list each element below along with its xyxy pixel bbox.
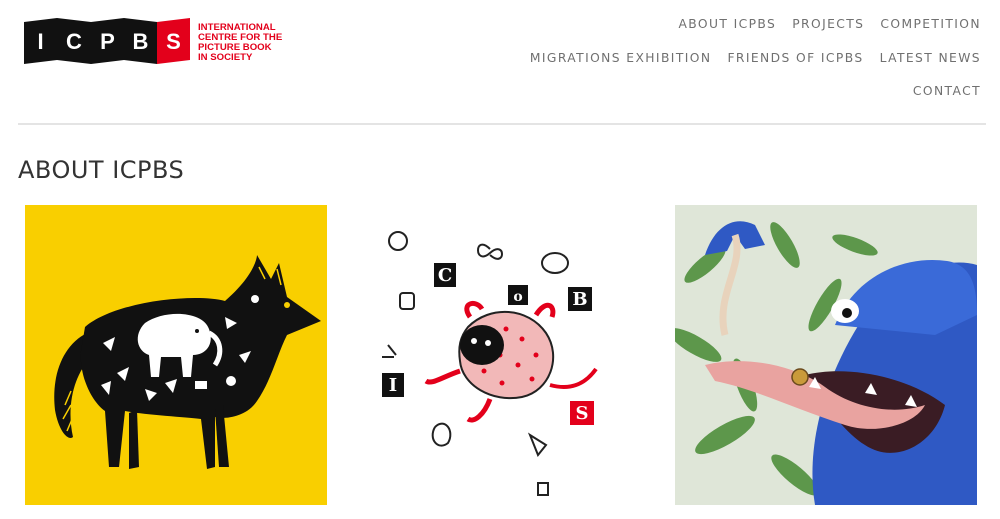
letters-illustration: C o B I S — [350, 205, 652, 505]
block-letter-5: S — [576, 403, 589, 424]
nav-row-2: MIGRATIONS EXHIBITION FRIENDS OF ICPBS L… — [530, 51, 981, 65]
logo-letter-5: S — [166, 29, 181, 54]
monster-illustration — [675, 205, 977, 505]
block-letter-4: I — [389, 375, 397, 396]
block-letter-3: B — [572, 289, 587, 310]
logo-letter-4: B — [133, 29, 149, 54]
nav-row-3: CONTACT — [913, 84, 981, 98]
nav-link-latest-news[interactable]: LATEST NEWS — [880, 51, 981, 65]
gallery-image-letters[interactable]: C o B I S — [350, 205, 652, 505]
block-letter-1: C — [438, 265, 452, 286]
gallery-image-animal[interactable] — [25, 205, 327, 505]
nav-row-1: ABOUT ICPBS PROJECTS COMPETITION — [678, 17, 981, 31]
logo-letter-3: P — [100, 29, 115, 54]
nav-link-projects[interactable]: PROJECTS — [792, 17, 864, 31]
nav-link-contact[interactable]: CONTACT — [913, 84, 981, 98]
logo-letter-1: I — [37, 29, 43, 54]
site-logo[interactable]: I C P B S INTERNATIONAL CENTRE FOR THE P… — [24, 18, 284, 68]
logo-tagline-line: IN SOCIETY — [198, 52, 253, 63]
nav-link-migrations-exhibition[interactable]: MIGRATIONS EXHIBITION — [530, 51, 712, 65]
logo-tagline: INTERNATIONAL CENTRE FOR THE PICTURE BOO… — [198, 23, 284, 63]
page-title: ABOUT ICPBS — [18, 156, 185, 184]
logo-letterblocks: I C P B S — [24, 18, 190, 64]
nav-link-friends[interactable]: FRIENDS OF ICPBS — [727, 51, 863, 65]
nav-link-competition[interactable]: COMPETITION — [880, 17, 981, 31]
logo-letter-2: C — [66, 29, 82, 54]
nav-link-about[interactable]: ABOUT ICPBS — [678, 17, 776, 31]
header-divider — [18, 123, 986, 125]
block-letter-2: o — [513, 289, 522, 305]
animal-illustration — [25, 205, 327, 505]
gallery-image-monster[interactable] — [675, 205, 977, 505]
